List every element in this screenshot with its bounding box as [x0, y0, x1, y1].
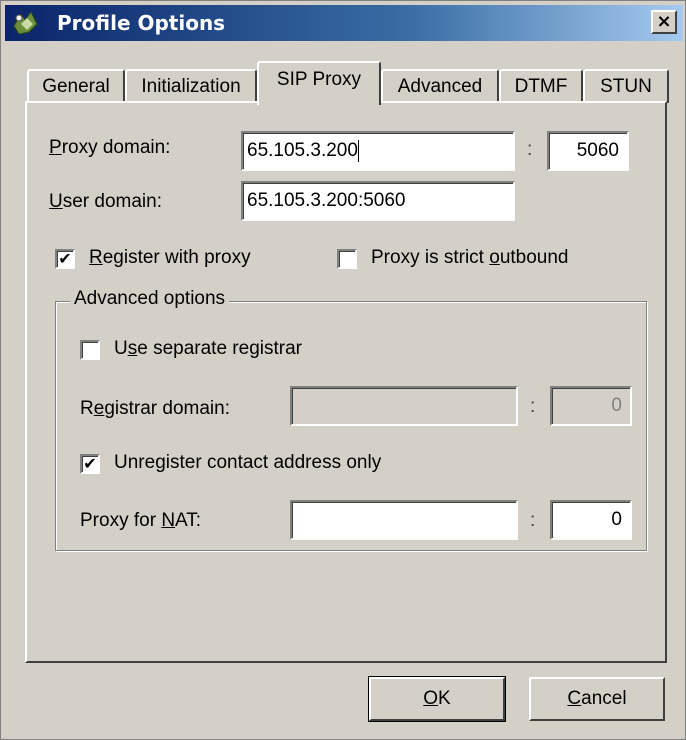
separate-registrar-label[interactable]: Use separate registrar: [114, 338, 302, 360]
port-separator: :: [530, 396, 536, 417]
strict-outbound-label[interactable]: Proxy is strict outbound: [371, 247, 569, 269]
profile-options-dialog: Profile Options × General Initialization…: [0, 0, 686, 740]
tab-sip-proxy[interactable]: SIP Proxy: [257, 61, 381, 105]
separate-registrar-checkbox[interactable]: [80, 340, 100, 360]
close-icon: ×: [656, 11, 672, 32]
tab-general[interactable]: General: [27, 69, 125, 103]
tab-advanced[interactable]: Advanced: [381, 69, 499, 103]
register-with-proxy-checkbox[interactable]: ✔: [55, 249, 75, 269]
registrar-port-input[interactable]: 0: [550, 386, 632, 426]
port-separator: :: [530, 510, 536, 531]
checkmark-icon: ✔: [83, 454, 97, 473]
proxy-for-nat-input[interactable]: [290, 500, 518, 540]
window-title: Profile Options: [57, 11, 226, 35]
port-separator: :: [527, 139, 533, 160]
advanced-options-title: Advanced options: [70, 288, 230, 310]
tab-initialization[interactable]: Initialization: [125, 69, 257, 103]
nat-port-input[interactable]: 0: [550, 500, 632, 540]
registrar-domain-input[interactable]: [290, 386, 518, 426]
unregister-contact-label[interactable]: Unregister contact address only: [114, 452, 381, 474]
ok-button[interactable]: OK: [368, 676, 506, 722]
proxy-domain-input[interactable]: 65.105.3.200: [241, 131, 515, 171]
cancel-button[interactable]: Cancel: [529, 677, 665, 721]
close-button[interactable]: ×: [651, 10, 677, 34]
strict-outbound-checkbox[interactable]: [337, 249, 357, 269]
tab-strip: General Initialization SIP Proxy Advance…: [27, 61, 677, 105]
sip-proxy-panel: Proxy domain: 65.105.3.200 : 5060 User d…: [25, 101, 667, 663]
proxy-domain-label: Proxy domain:: [49, 137, 171, 158]
proxy-port-input[interactable]: 5060: [547, 131, 629, 171]
tab-dtmf[interactable]: DTMF: [499, 69, 583, 103]
registrar-domain-label: Registrar domain:: [80, 398, 230, 419]
user-domain-label: User domain:: [49, 191, 163, 212]
advanced-options-group: Advanced options Use separate registrar …: [55, 288, 647, 551]
register-with-proxy-label[interactable]: Register with proxy: [89, 247, 251, 269]
tab-stun[interactable]: STUN: [583, 69, 669, 103]
unregister-contact-checkbox[interactable]: ✔: [80, 454, 100, 474]
proxy-for-nat-label: Proxy for NAT:: [80, 510, 202, 531]
checkmark-icon: ✔: [58, 249, 72, 268]
user-domain-input[interactable]: 65.105.3.200:5060: [241, 181, 515, 221]
title-bar[interactable]: Profile Options ×: [5, 5, 683, 41]
text-caret: [357, 140, 359, 162]
app-icon: [13, 11, 38, 35]
